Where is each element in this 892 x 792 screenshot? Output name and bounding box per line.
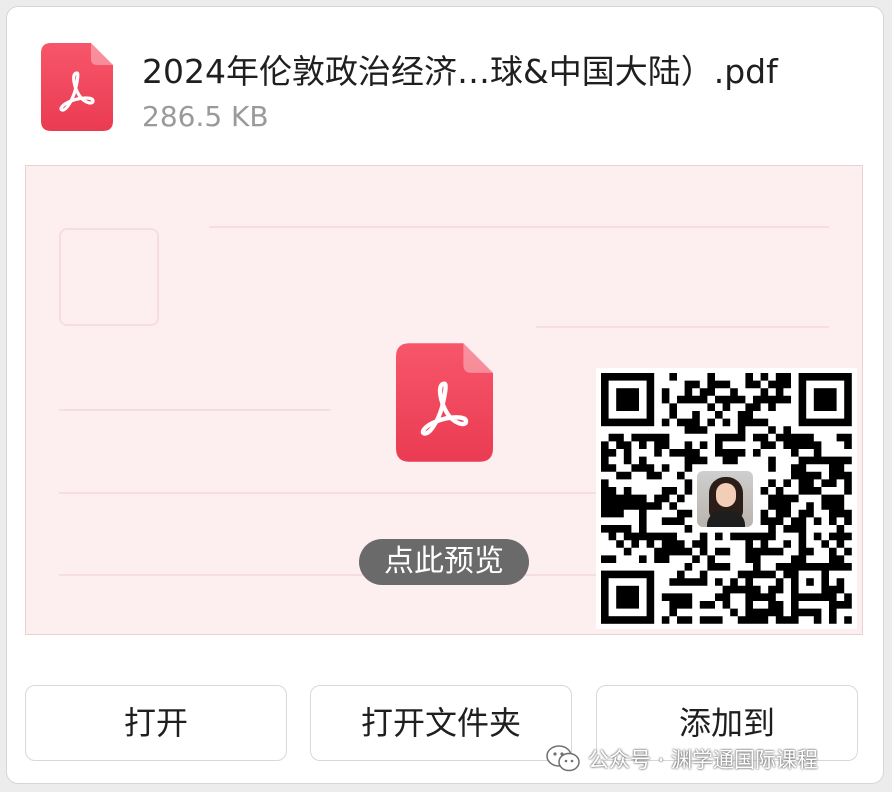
watermark: 公众号 · 渊学通国际课程 bbox=[546, 742, 818, 776]
open-button[interactable]: 打开 bbox=[25, 685, 287, 761]
watermark-text: 公众号 · 渊学通国际课程 bbox=[588, 748, 819, 772]
placeholder-line bbox=[59, 409, 331, 411]
qr-code bbox=[596, 368, 857, 629]
placeholder-thumbnail bbox=[59, 228, 159, 326]
placeholder-line bbox=[209, 226, 829, 228]
open-folder-button[interactable]: 打开文件夹 bbox=[310, 685, 572, 761]
qr-avatar bbox=[694, 468, 756, 530]
pdf-file-icon bbox=[41, 43, 113, 131]
file-name: 2024年伦敦政治经济…球&中国大陆）.pdf bbox=[142, 52, 778, 91]
pdf-file-icon bbox=[396, 343, 493, 462]
file-size: 286.5 KB bbox=[142, 100, 269, 133]
preview-button[interactable]: 点此预览 bbox=[359, 539, 529, 585]
wechat-icon bbox=[546, 745, 580, 772]
placeholder-line bbox=[536, 326, 829, 328]
